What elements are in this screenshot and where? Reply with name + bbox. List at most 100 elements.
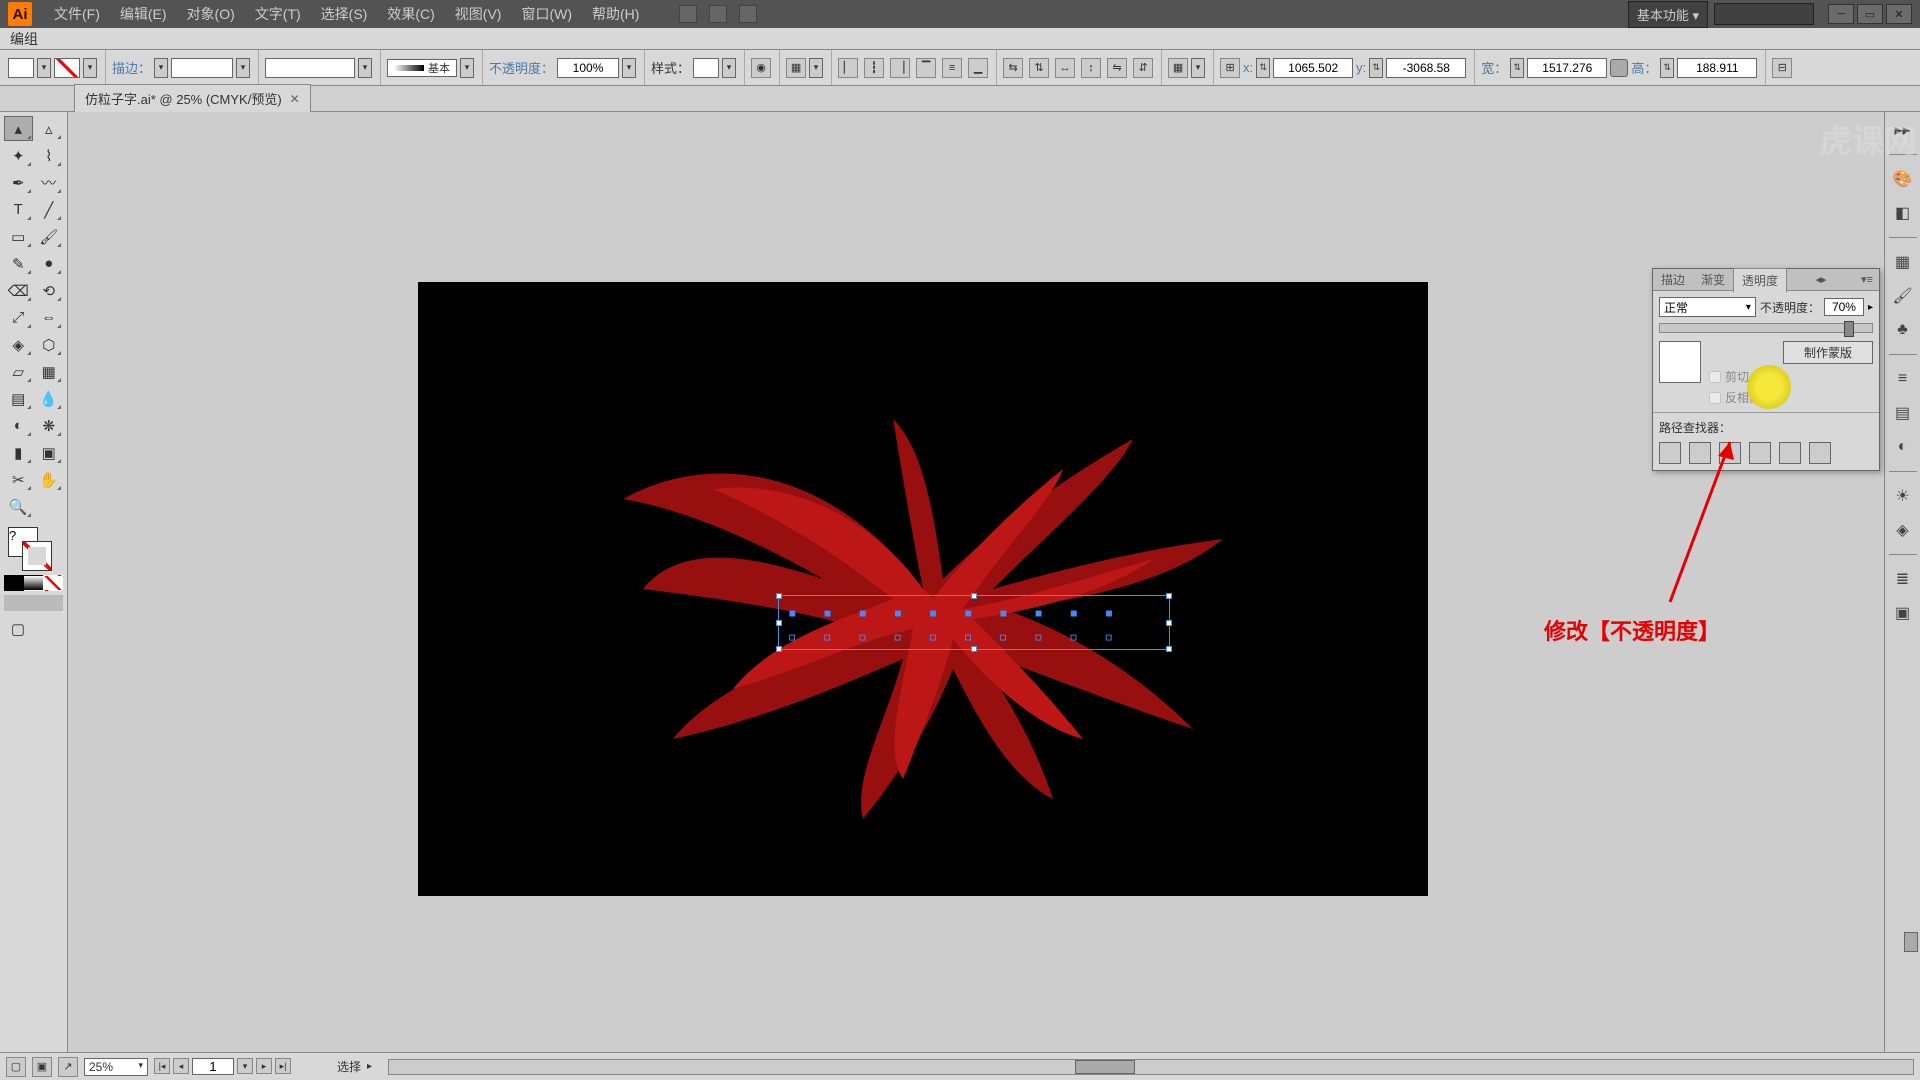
color-mode-none[interactable] [43,575,63,591]
layers-panel-icon[interactable]: ≣ [1891,567,1915,591]
align-hcenter-icon[interactable]: ┇ [864,58,884,78]
rectangle-tool[interactable]: ▭ [4,224,33,249]
transform-icon[interactable]: ▦ [1168,58,1188,78]
shape-builder-tool[interactable]: ⬡ [35,332,64,357]
handle-ml[interactable] [776,620,782,626]
paintbrush-tool[interactable]: 🖌 [35,224,64,249]
prev-artboard-button[interactable]: ◂ [173,1058,189,1074]
blend-mode-select[interactable]: 正常 [1659,297,1756,317]
h-input[interactable] [1677,58,1757,78]
appearance-panel-icon[interactable]: ☀ [1891,484,1915,508]
blend-tool[interactable]: ◐ [4,413,33,438]
align-left-icon[interactable]: ▏ [838,58,858,78]
fill-stroke-indicator[interactable]: ? [8,527,52,571]
eraser-tool[interactable]: ⌫ [4,278,33,303]
stroke-weight-step[interactable]: ▾ [236,58,250,78]
style-swatch[interactable] [693,58,719,78]
artboards-panel-icon[interactable]: ▣ [1891,601,1915,625]
draw-normal[interactable] [4,595,24,611]
symbols-panel-icon[interactable]: ♣ [1891,318,1915,342]
horizontal-scrollbar-thumb[interactable] [1075,1060,1135,1074]
bridge-icon[interactable] [679,5,697,23]
panel-menu-icon[interactable]: ▾≡ [1855,273,1879,286]
document-tab[interactable]: 仿粒子字.ai* @ 25% (CMYK/预览) ✕ [74,84,311,112]
first-artboard-button[interactable]: |◂ [154,1058,170,1074]
minimize-button[interactable]: ─ [1828,4,1854,24]
pathfinder-divide-icon[interactable] [1779,442,1801,464]
opacity-dropdown[interactable]: ▾ [622,58,636,78]
menu-help[interactable]: 帮助(H) [582,4,649,24]
workspace-switcher[interactable]: 基本功能 ▾ [1628,1,1708,28]
rotate-tool[interactable]: ⟲ [35,278,64,303]
distribute-v-icon[interactable]: ⇅ [1029,58,1049,78]
handle-bl[interactable] [776,646,782,652]
distribute-h-icon[interactable]: ⇆ [1003,58,1023,78]
invert-mask-checkbox[interactable]: 反相蒙版 [1709,389,1873,406]
brush-definition[interactable]: 基本 [387,59,457,77]
color-mode-gradient[interactable] [24,575,44,591]
artboard-number-dropdown[interactable]: ▾ [237,1058,253,1074]
swatches-panel-icon[interactable]: ▦ [1891,250,1915,274]
curvature-tool[interactable]: 〰 [35,170,64,195]
ref-point-icon[interactable]: ⊞ [1220,58,1240,78]
handle-tl[interactable] [776,593,782,599]
close-button[interactable]: ✕ [1886,4,1912,24]
handle-br[interactable] [1166,646,1172,652]
next-artboard-button[interactable]: ▸ [256,1058,272,1074]
draw-inside[interactable] [43,595,63,611]
menu-select[interactable]: 选择(S) [311,4,378,24]
eyedropper-tool[interactable]: 💧 [35,386,64,411]
panel-opacity-input[interactable] [1824,298,1864,316]
opacity-flyout-icon[interactable]: ▸ [1868,302,1873,313]
fill-swatch[interactable] [8,58,34,78]
mask-thumbnail[interactable] [1659,341,1701,383]
transparency-panel-icon[interactable]: ◐ [1891,435,1915,459]
align-panel-drop[interactable]: ▾ [809,58,823,78]
status-screen-icon[interactable]: ▢ [6,1057,26,1077]
menu-file[interactable]: 文件(F) [44,4,110,24]
zoom-tool[interactable]: 🔍 [4,494,33,519]
brush-dropdown[interactable]: ▾ [460,58,474,78]
pen-tool[interactable]: ✒ [4,170,33,195]
brushes-panel-icon[interactable]: 🖌 [1891,284,1915,308]
canvas-area[interactable]: 虎课网 ▪ ▪ ▪ ▪ ▪ [68,112,1920,1052]
link-wh-icon[interactable] [1610,59,1628,77]
align-bottom-icon[interactable]: ▁ [968,58,988,78]
stroke-profile-input[interactable] [265,58,355,78]
opacity-input[interactable] [557,58,619,78]
search-input[interactable] [1714,3,1814,25]
panel-tab-transparency[interactable]: 透明度 [1733,268,1787,293]
pathfinder-exclude-icon[interactable] [1749,442,1771,464]
flip-h-icon[interactable]: ⇋ [1107,58,1127,78]
horizontal-scrollbar[interactable] [388,1059,1914,1075]
panel-tab-gradient[interactable]: 渐变 [1693,268,1733,291]
hand-tool[interactable]: ✋ [35,467,64,492]
style-dropdown[interactable]: ▾ [722,58,736,78]
color-mode-solid[interactable] [4,575,24,591]
handle-tr[interactable] [1166,593,1172,599]
menu-edit[interactable]: 编辑(E) [110,4,177,24]
zoom-level[interactable]: 25% [84,1058,148,1076]
stroke-weight-input[interactable] [171,58,233,78]
recolor-icon[interactable]: ◉ [751,58,771,78]
menu-window[interactable]: 窗口(W) [511,4,582,24]
gradient-tool[interactable]: ▤ [4,386,33,411]
opacity-slider-thumb[interactable] [1844,321,1854,337]
mesh-tool[interactable]: ▦ [35,359,64,384]
align-panel-icon[interactable]: ▦ [786,58,806,78]
perspective-tool[interactable]: ▱ [4,359,33,384]
magic-wand-tool[interactable]: ✦ [4,143,33,168]
scale-tool[interactable]: ⤢ [4,305,33,330]
selection-tool[interactable]: ▴ [4,116,33,141]
y-step[interactable]: ⇅ [1369,58,1383,78]
h-step[interactable]: ⇅ [1660,58,1674,78]
status-flyout-icon[interactable]: ▸ [367,1061,372,1072]
align-top-icon[interactable]: ▔ [916,58,936,78]
maximize-button[interactable]: ▭ [1857,4,1883,24]
handle-mr[interactable] [1166,620,1172,626]
align-vcenter-icon[interactable]: ≡ [942,58,962,78]
panel-collapse-icon[interactable]: ◂▸ [1810,273,1833,286]
stroke-dropdown[interactable]: ▾ [83,58,97,78]
transform-drop[interactable]: ▾ [1191,58,1205,78]
flip-v-icon[interactable]: ⇵ [1133,58,1153,78]
